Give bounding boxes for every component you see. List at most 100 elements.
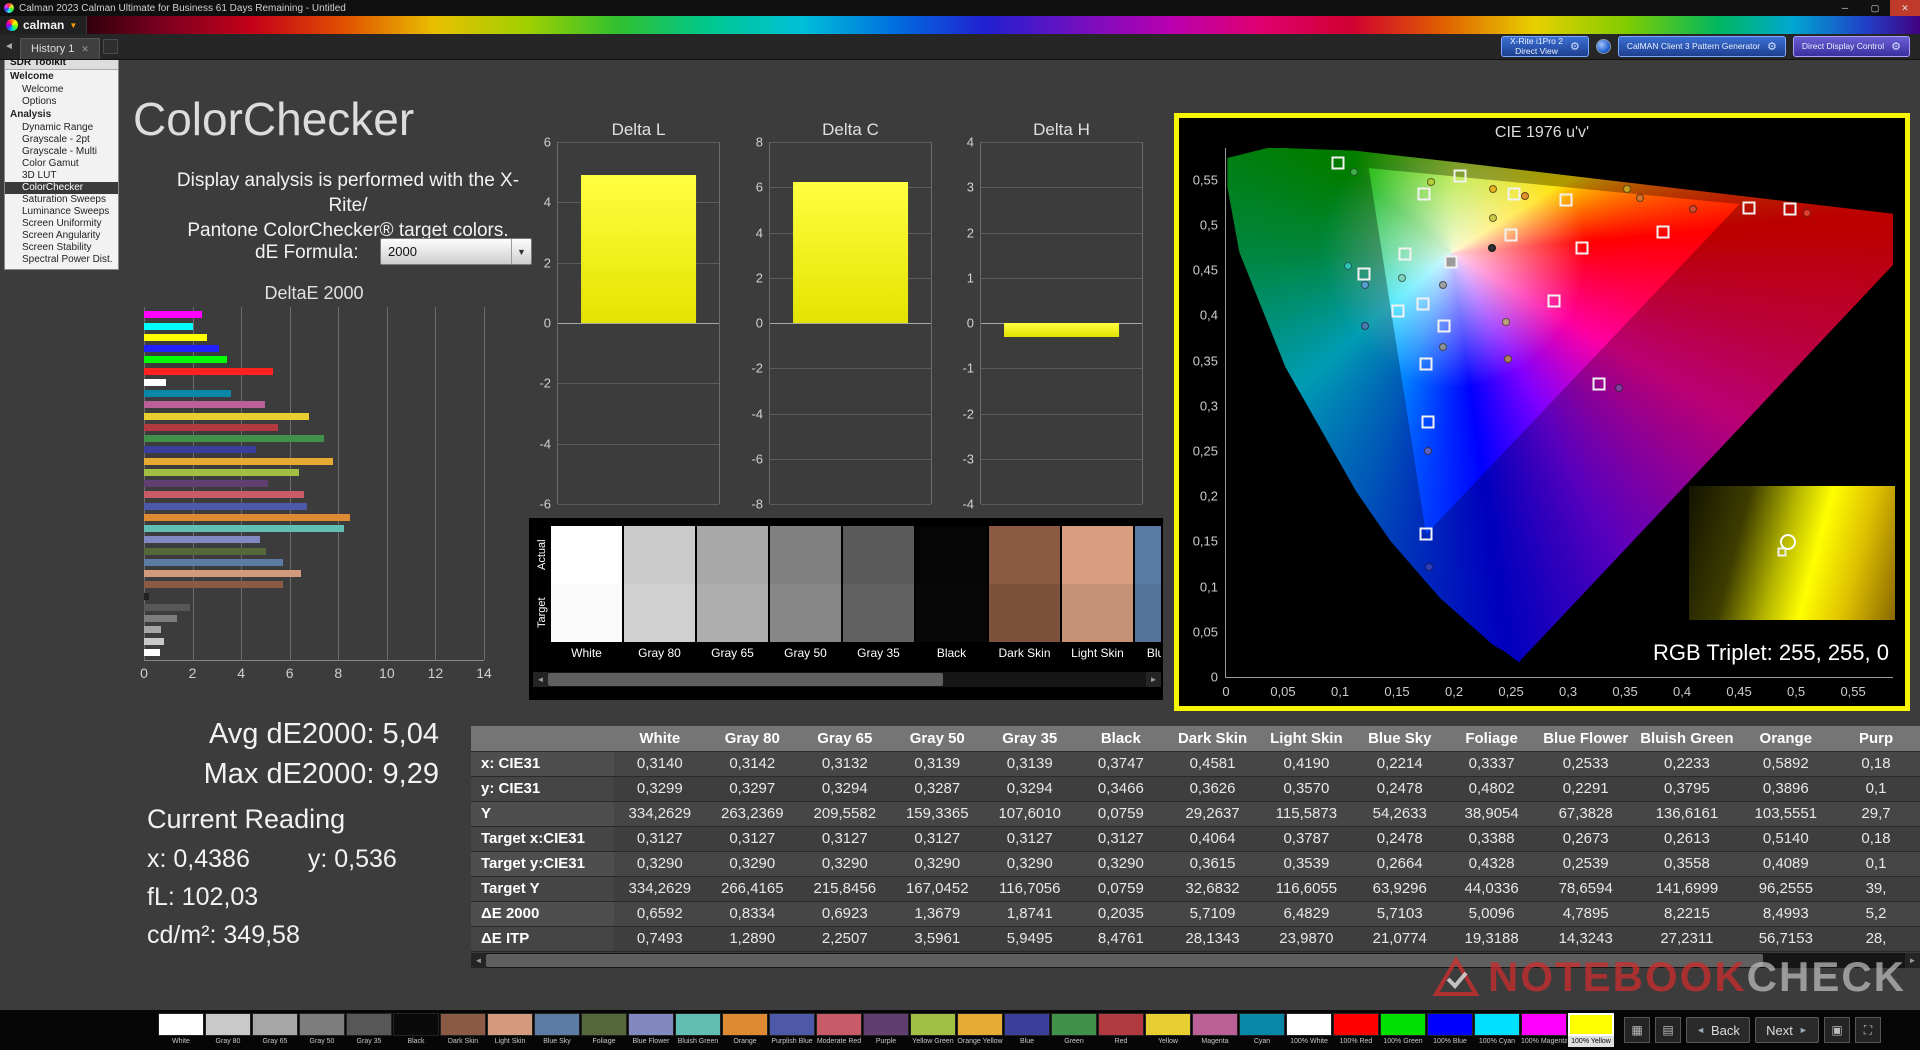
sidebar-item-screen-uniformity[interactable]: Screen Uniformity [5, 218, 118, 230]
bottom-patch-100-yellow[interactable]: 100% Yellow [1568, 1013, 1614, 1047]
table-cell: 0,3290 [891, 851, 984, 877]
cie-x-tick: 0,3 [1559, 684, 1578, 699]
pattern-generator-button[interactable]: CalMAN Client 3 Pattern Generator ⚙ [1617, 36, 1786, 57]
bottom-patch-100-cyan[interactable]: 100% Cyan [1474, 1013, 1520, 1047]
new-tab-button[interactable] [102, 39, 118, 54]
sidebar-item-spectral-power-dist[interactable]: Spectral Power Dist. [5, 254, 118, 266]
layout-grid-button[interactable]: ▦ [1624, 1017, 1650, 1043]
sidebar-item-screen-stability[interactable]: Screen Stability [5, 242, 118, 254]
compare-scrollbar[interactable]: ◄ ► [533, 672, 1161, 687]
bottom-patch-100-red[interactable]: 100% Red [1333, 1013, 1379, 1047]
bottom-patch-light-skin[interactable]: Light Skin [487, 1013, 533, 1047]
delta-bar [580, 175, 697, 323]
actual-swatch [916, 526, 987, 584]
bottom-patch-gray-65[interactable]: Gray 65 [252, 1013, 298, 1047]
bottom-patch-100-green[interactable]: 100% Green [1380, 1013, 1426, 1047]
back-button[interactable]: ◄ Back [1686, 1017, 1750, 1043]
bottom-patch-100-blue[interactable]: 100% Blue [1427, 1013, 1473, 1047]
display-control-button[interactable]: Direct Display Control ⚙ [1792, 36, 1910, 57]
bottom-patch-100-magenta[interactable]: 100% Magenta [1521, 1013, 1567, 1047]
delta-tick-label: 2 [755, 270, 763, 286]
scrollbar-track[interactable] [548, 672, 1146, 687]
bottom-patch-blue-flower[interactable]: Blue Flower [628, 1013, 674, 1047]
bottom-patch-bluish-green[interactable]: Bluish Green [675, 1013, 721, 1047]
sidebar-item-screen-angularity[interactable]: Screen Angularity [5, 230, 118, 242]
sidebar-item-colorchecker[interactable]: ColorChecker [5, 182, 118, 194]
sidebar-item-options[interactable]: Options [5, 96, 118, 108]
delta-tick-label: 0 [966, 315, 974, 331]
table-cell: 0,5140 [1739, 826, 1833, 852]
gear-icon[interactable]: ⚙ [1570, 40, 1580, 53]
sidebar-collapse-button[interactable]: ◄ [0, 41, 18, 52]
inset-measured-marker [1779, 534, 1796, 551]
bottom-patch-100-white[interactable]: 100% White [1286, 1013, 1332, 1047]
scroll-right-icon[interactable]: ► [1146, 672, 1161, 687]
scroll-left-icon[interactable]: ◄ [471, 953, 486, 968]
table-cell: 116,7056 [983, 876, 1076, 902]
calman-app-window: Calman 2023 Calman Ultimate for Business… [0, 0, 1920, 1050]
bottom-patch-magenta[interactable]: Magenta [1192, 1013, 1238, 1047]
sidebar-item-luminance-sweeps[interactable]: Luminance Sweeps [5, 206, 118, 218]
sidebar-item-grayscale-2pt[interactable]: Grayscale - 2pt [5, 134, 118, 146]
sidebar-item-grayscale-multi[interactable]: Grayscale - Multi [5, 146, 118, 158]
target-swatch [551, 584, 622, 642]
fullscreen-button[interactable]: ⛶ [1855, 1017, 1881, 1043]
sidebar-item-saturation-sweeps[interactable]: Saturation Sweeps [5, 194, 118, 206]
bottom-patch-blue-sky[interactable]: Blue Sky [534, 1013, 580, 1047]
bottom-patch-white[interactable]: White [158, 1013, 204, 1047]
sidebar-item-3d-lut[interactable]: 3D LUT [5, 170, 118, 182]
chevron-down-icon[interactable]: ▼ [511, 239, 531, 264]
delta-tick-label: 4 [543, 194, 551, 210]
layout-single-button[interactable]: ▤ [1655, 1017, 1681, 1043]
gear-icon[interactable]: ⚙ [1891, 40, 1901, 53]
bottom-patch-yellow[interactable]: Yellow [1145, 1013, 1191, 1047]
panel-toggle-button[interactable]: ▣ [1824, 1017, 1850, 1043]
patch-color [393, 1013, 439, 1036]
table-header-light-skin: Light Skin [1259, 726, 1354, 752]
bottom-patch-orange[interactable]: Orange [722, 1013, 768, 1047]
maximize-button[interactable]: ▢ [1860, 0, 1890, 16]
bottom-patch-dark-skin[interactable]: Dark Skin [440, 1013, 486, 1047]
table-cell: 0,3787 [1259, 826, 1354, 852]
bottom-patch-gray-50[interactable]: Gray 50 [299, 1013, 345, 1047]
bottom-patch-purple[interactable]: Purple [863, 1013, 909, 1047]
table-header-blue-flower: Blue Flower [1537, 726, 1635, 752]
tab-close-icon[interactable]: ✕ [81, 44, 89, 55]
sidebar-item-welcome[interactable]: Welcome [5, 84, 118, 96]
table-cell: 0,3294 [983, 776, 1076, 802]
bottom-patch-cyan[interactable]: Cyan [1239, 1013, 1285, 1047]
next-button[interactable]: Next ► [1755, 1017, 1819, 1043]
scrollbar-thumb[interactable] [548, 673, 943, 686]
scroll-left-icon[interactable]: ◄ [533, 672, 548, 687]
close-button[interactable]: ✕ [1890, 0, 1920, 16]
bottom-patch-gray-35[interactable]: Gray 35 [346, 1013, 392, 1047]
delta-tick-label: -2 [539, 375, 551, 391]
calman-menu-button[interactable]: calman ▼ [0, 16, 88, 34]
meter-button[interactable]: X-Rite i1Pro 2 Direct View ⚙ [1501, 36, 1589, 57]
bottom-patch-orange-yellow[interactable]: Orange Yellow [957, 1013, 1003, 1047]
scroll-right-icon[interactable]: ► [1905, 953, 1920, 968]
bottom-patch-purplish-blue[interactable]: Purplish Blue [769, 1013, 815, 1047]
patch-label: 100% Cyan [1478, 1038, 1516, 1045]
minimize-button[interactable]: ─ [1830, 0, 1860, 16]
cie-y-tick: 0,05 [1192, 624, 1218, 640]
bottom-patch-blue[interactable]: Blue [1004, 1013, 1050, 1047]
sidebar-item-color-gamut[interactable]: Color Gamut [5, 158, 118, 170]
table-cell: 0,3287 [891, 776, 984, 802]
patch-label: Foliage [592, 1038, 616, 1045]
patch-color [252, 1013, 298, 1036]
table-cell: 5,0096 [1446, 901, 1538, 927]
delta-gridline [558, 443, 719, 445]
deltae-bar [144, 547, 266, 555]
tab-history-1[interactable]: History 1 ✕ [20, 38, 100, 59]
gear-icon[interactable]: ⚙ [1767, 40, 1777, 53]
bottom-patch-black[interactable]: Black [393, 1013, 439, 1047]
bottom-patch-green[interactable]: Green [1051, 1013, 1097, 1047]
sidebar-item-dynamic-range[interactable]: Dynamic Range [5, 122, 118, 134]
bottom-patch-yellow-green[interactable]: Yellow Green [910, 1013, 956, 1047]
de-formula-dropdown[interactable]: 2000 ▼ [380, 238, 532, 265]
bottom-patch-red[interactable]: Red [1098, 1013, 1144, 1047]
bottom-patch-moderate-red[interactable]: Moderate Red [816, 1013, 862, 1047]
bottom-patch-gray-80[interactable]: Gray 80 [205, 1013, 251, 1047]
bottom-patch-foliage[interactable]: Foliage [581, 1013, 627, 1047]
